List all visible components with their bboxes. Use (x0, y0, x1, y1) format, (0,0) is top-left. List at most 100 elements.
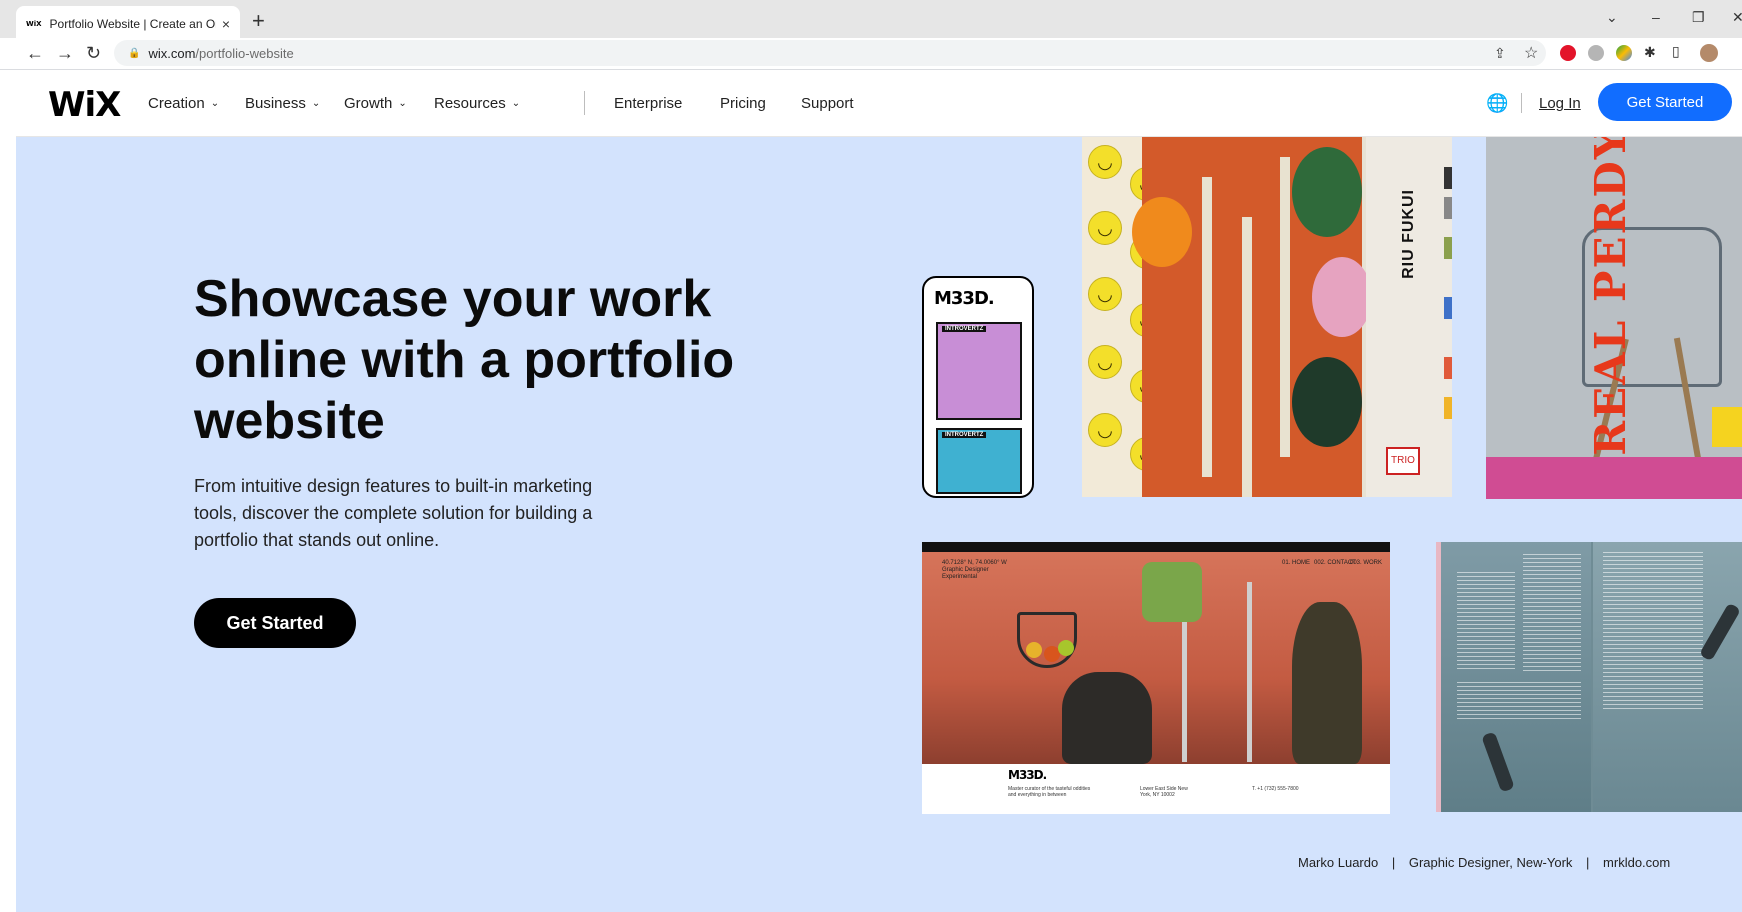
forward-button[interactable]: → (56, 43, 74, 64)
smiley-icon: ◡ (1088, 211, 1122, 245)
chevron-down-icon: ⌄ (210, 98, 220, 109)
hero-subtext: From intuitive design features to built-… (194, 476, 593, 550)
birch-tree (1242, 217, 1252, 497)
share-icon[interactable]: ⇪ (1494, 45, 1506, 62)
nav-label: Resources (434, 95, 506, 112)
person-figure (1698, 602, 1742, 662)
side-panel-icon[interactable]: ▯ (1672, 43, 1680, 60)
chair-poster-image: REAL PERDY (1486, 137, 1742, 499)
up-arrow-icon (1712, 407, 1742, 447)
collage-poster-image: ◡ ◡ ◡ ◡ ◡ ◡ ◡ ◡ ◡ ◡ RIU FUKUI (1082, 137, 1452, 497)
chevron-down-icon: ⌄ (511, 98, 521, 109)
tab-title: Portfolio Website | Create an Onl (49, 17, 216, 31)
credit-separator: | (1391, 855, 1396, 870)
mockup-nav-item: 01. HOME (1282, 560, 1311, 566)
nav-enterprise[interactable]: Enterprise (614, 95, 682, 112)
fruit (1026, 642, 1042, 658)
text-column (1457, 572, 1515, 672)
reload-button[interactable]: ↻ (86, 43, 101, 64)
nav-creation[interactable]: Creation ⌄ (148, 95, 219, 112)
site-header: WiX Creation ⌄ Business ⌄ Growth ⌄ Resou… (16, 71, 1742, 137)
color-swatch (1444, 237, 1452, 259)
color-swatch (1444, 197, 1452, 219)
text-column (1603, 552, 1703, 712)
wix-favicon-icon: WiX (26, 20, 42, 28)
profile-avatar[interactable] (1700, 44, 1718, 62)
minimize-button[interactable]: – (1652, 9, 1660, 25)
magazine-left-page (1441, 542, 1591, 812)
magazine-spread-image (1436, 542, 1742, 812)
wix-logo[interactable]: WiX (48, 85, 121, 125)
chair-poster-title: REAL PERDY (1585, 137, 1635, 456)
extensions-puzzle-icon[interactable]: ✱ (1644, 44, 1656, 61)
smiley-icon: ◡ (1088, 413, 1122, 447)
credit-name: Marko Luardo (1298, 855, 1379, 870)
browser-toolbar: ← → ↻ 🔒 wix.com/portfolio-website ⇪ ☆ ✱ … (0, 38, 1742, 70)
mockup-top-bar (922, 542, 1390, 552)
magazine-right-page (1593, 542, 1742, 812)
phone-mockup-image: M33D. INTROVERTZ INTROVERTZ (922, 276, 1034, 498)
nav-label: Business (245, 95, 306, 112)
color-swatch (1444, 397, 1452, 419)
bookmark-star-icon[interactable]: ☆ (1524, 43, 1538, 63)
credit-role: Graphic Designer, New-York (1408, 855, 1573, 870)
person-camo (1292, 602, 1362, 764)
mockup-footer-text: Master curator of the tasteful oddities … (1008, 786, 1091, 798)
credit-site-link[interactable]: mrkldo.com (1603, 855, 1670, 870)
url-path: /portfolio-website (195, 45, 294, 61)
drive-extension-icon[interactable] (1616, 45, 1632, 61)
new-tab-button[interactable]: + (252, 8, 265, 34)
leaf-shape (1292, 357, 1362, 447)
birch-tree (1202, 177, 1212, 477)
website-mockup-image: 40.7128° N, 74.0060° W Graphic Designer … (922, 542, 1390, 814)
fruit (1058, 640, 1074, 656)
phone-poster-label: INTROVERTZ (942, 432, 987, 438)
phone-poster-1: INTROVERTZ (936, 322, 1022, 420)
color-swatch (1444, 167, 1452, 189)
person-figure (1481, 731, 1515, 793)
header-get-started-button[interactable]: Get Started (1598, 83, 1732, 121)
opera-extension-icon[interactable] (1560, 45, 1576, 61)
birch-tree (1280, 157, 1290, 457)
address-bar[interactable]: 🔒 wix.com/portfolio-website (114, 40, 1546, 66)
mockup-caption: 40.7128° N, 74.0060° W Graphic Designer … (942, 560, 1007, 580)
nav-business[interactable]: Business ⌄ (245, 95, 320, 112)
tab-close-icon[interactable]: × (222, 16, 230, 32)
studio-photo: 40.7128° N, 74.0060° W Graphic Designer … (922, 552, 1390, 764)
person-welder (1062, 672, 1152, 764)
tab-search-icon[interactable]: ⌄ (1606, 9, 1618, 26)
restore-button[interactable]: ❐ (1692, 9, 1705, 26)
browser-tab[interactable]: WiX Portfolio Website | Create an Onl × (16, 6, 240, 42)
header-divider (1521, 93, 1522, 113)
poster-tag: TRIO (1386, 447, 1420, 475)
color-swatch (1444, 297, 1452, 319)
back-button[interactable]: ← (26, 43, 44, 64)
close-window-button[interactable]: ✕ (1732, 9, 1742, 26)
mockup-footer: M33D. Master curator of the tasteful odd… (922, 764, 1390, 814)
nav-label: Growth (344, 95, 393, 112)
poster-name: RIU FUKUI (1400, 189, 1417, 279)
login-link[interactable]: Log In (1539, 95, 1581, 112)
mockup-brand-logo: M33D. (1008, 768, 1047, 782)
plant (1142, 562, 1202, 622)
url-host: wix.com (148, 45, 196, 61)
phone-brand-logo: M33D. (934, 288, 995, 309)
credit-separator: | (1586, 855, 1590, 870)
globe-icon[interactable]: 🌐 (1486, 93, 1508, 114)
smiley-icon: ◡ (1088, 145, 1122, 179)
hero-get-started-button[interactable]: Get Started (194, 598, 356, 648)
hero-headline: Showcase your work online with a portfol… (194, 270, 735, 450)
nav-resources[interactable]: Resources ⌄ (434, 95, 520, 112)
nav-divider (584, 91, 585, 115)
chevron-down-icon: ⌄ (311, 98, 321, 109)
nav-support[interactable]: Support (801, 95, 854, 112)
leaf-shape (1292, 147, 1362, 237)
extension-icon[interactable] (1588, 45, 1604, 61)
lock-icon[interactable]: 🔒 (128, 48, 140, 59)
nav-pricing[interactable]: Pricing (720, 95, 766, 112)
phone-poster-label: INTROVERTZ (942, 326, 987, 332)
browser-tab-strip: WiX Portfolio Website | Create an Onl × … (0, 0, 1742, 42)
poster-side-panel: RIU FUKUI TRIO (1366, 137, 1452, 497)
nav-growth[interactable]: Growth ⌄ (344, 95, 407, 112)
chevron-down-icon: ⌄ (398, 98, 407, 109)
